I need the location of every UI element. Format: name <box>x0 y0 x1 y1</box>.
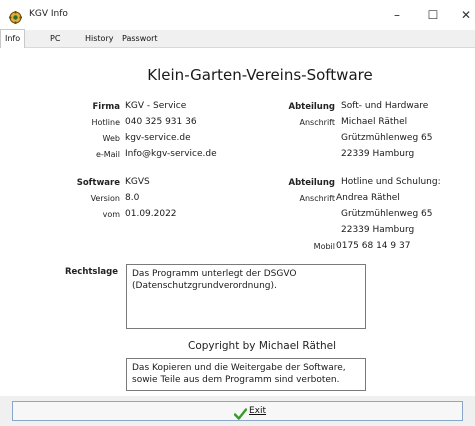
vom-label: vom <box>102 210 120 219</box>
hotline-label: Hotline <box>91 118 120 127</box>
version-label: Version <box>90 194 120 203</box>
anschrift2-label: Anschrift <box>299 194 335 203</box>
copyright-text: Copyright by Michael Räthel <box>188 340 337 352</box>
exit-label: Exit <box>249 406 267 416</box>
mobil-label: Mobil <box>313 242 335 251</box>
anschrift1-line3: 22339 Hamburg <box>341 149 415 159</box>
hotline-value: 040 325 931 36 <box>125 117 197 127</box>
tab-bar: Info PC History Passwort <box>0 29 475 48</box>
software-value: KGVS <box>125 177 150 187</box>
anschrift2-line1: Andrea Räthel <box>336 193 400 203</box>
email-value: Info@kgv-service.de <box>125 149 217 159</box>
footer-bar: Exit <box>0 396 475 426</box>
anschrift2-line3: 22339 Hamburg <box>341 225 415 235</box>
mobil-value: 0175 68 14 9 37 <box>336 241 411 251</box>
exit-button[interactable]: Exit <box>12 401 463 421</box>
firma-value: KGV - Service <box>125 101 187 111</box>
page-heading: Klein-Garten-Vereins-Software <box>147 66 373 84</box>
tab-info[interactable]: Info <box>0 29 26 48</box>
anschrift2-line2: Grützmühlenweg 65 <box>341 209 433 219</box>
anschrift1-line1: Michael Räthel <box>341 117 408 127</box>
title-bar: KGV Info – ☐ ✕ <box>0 0 475 30</box>
firma-label: Firma <box>92 102 120 112</box>
abteilung2-value: Hotline und Schulung: <box>341 177 441 187</box>
app-gear-icon <box>9 9 22 24</box>
software-label: Software <box>76 178 120 188</box>
web-value: kgv-service.de <box>125 133 191 143</box>
rechtslage-textbox[interactable]: Das Programm unterlegt der DSGVO (Datens… <box>126 264 366 329</box>
anschrift1-label: Anschrift <box>299 118 335 127</box>
close-button[interactable]: ✕ <box>450 4 475 26</box>
maximize-button[interactable]: ☐ <box>417 4 449 26</box>
anschrift1-line2: Grützmühlenweg 65 <box>341 133 433 143</box>
tab-pc[interactable]: PC <box>46 30 64 47</box>
notice-textbox: Das Kopieren und die Weitergabe der Soft… <box>126 358 366 391</box>
window-title: KGV Info <box>29 9 68 19</box>
tab-history[interactable]: History <box>81 30 117 47</box>
tab-passwort[interactable]: Passwort <box>118 30 162 47</box>
abteilung1-label: Abteilung <box>288 102 335 112</box>
abteilung1-value: Soft- und Hardware <box>341 101 429 111</box>
version-value: 8.0 <box>125 193 140 203</box>
web-label: Web <box>102 134 120 143</box>
minimize-button[interactable]: – <box>381 4 413 26</box>
email-label: e-Mail <box>95 150 120 159</box>
abteilung2-label: Abteilung <box>288 178 335 188</box>
checkmark-icon <box>233 405 248 420</box>
rechtslage-label: Rechtslage <box>64 267 118 277</box>
vom-value: 01.09.2022 <box>125 209 177 219</box>
